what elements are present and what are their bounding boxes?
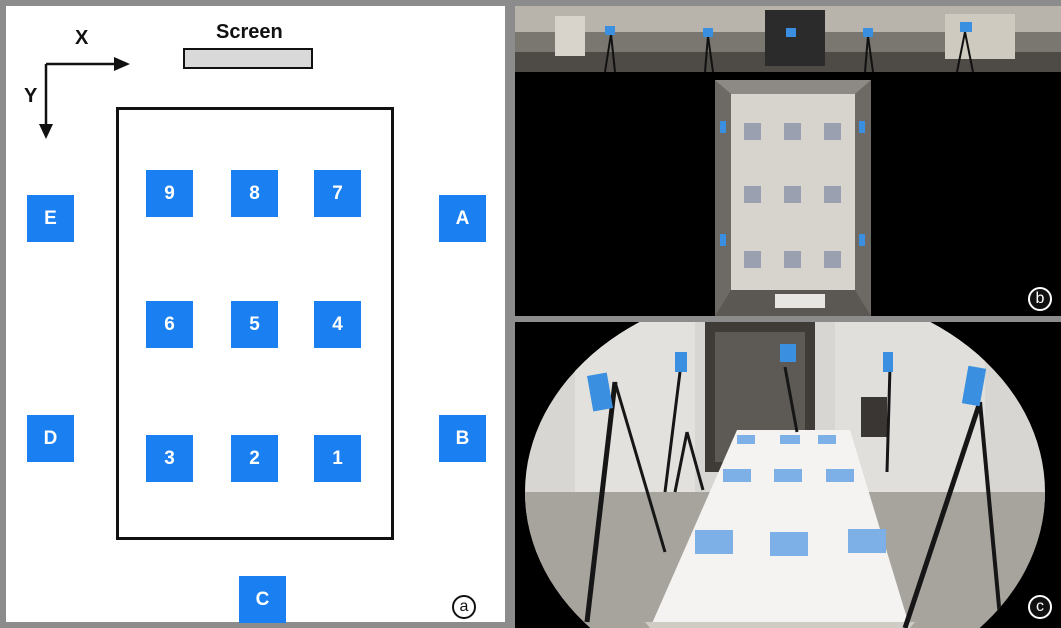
- panel-c-label: c: [1028, 595, 1052, 619]
- panorama-marker-c: [786, 28, 796, 37]
- marker-a: A: [439, 195, 486, 242]
- panorama-marker-d: [863, 28, 873, 37]
- panorama-marker-b: [703, 28, 713, 37]
- marker-6: 6: [146, 301, 193, 348]
- marker-e: E: [27, 195, 74, 242]
- marker-c: C: [239, 576, 286, 623]
- marker-8: 8: [231, 170, 278, 217]
- marker-2: 2: [231, 435, 278, 482]
- marker-d: D: [27, 415, 74, 462]
- panorama-marker-e: [960, 22, 972, 32]
- screen-shape: [183, 48, 313, 69]
- fisheye-photo: [525, 322, 1045, 628]
- marker-9: 9: [146, 170, 193, 217]
- marker-1: 1: [314, 435, 361, 482]
- top-view-panel: b: [515, 6, 1061, 316]
- marker-b: B: [439, 415, 486, 462]
- marker-7: 7: [314, 170, 361, 217]
- panorama-marker-a: [605, 26, 615, 35]
- screen-label: Screen: [216, 21, 283, 43]
- panel-b-label: b: [1028, 287, 1052, 311]
- marker-3: 3: [146, 435, 193, 482]
- fisheye-view-panel: c: [515, 322, 1061, 628]
- marker-4: 4: [314, 301, 361, 348]
- top-view-photo: [515, 6, 1061, 316]
- panel-a-label: a: [452, 595, 476, 619]
- schematic-panel: X Y Screen 9 8 7 6 5 4 3 2 1 E A D B C a: [6, 6, 505, 623]
- marker-5: 5: [231, 301, 278, 348]
- y-axis-label: Y: [24, 85, 38, 107]
- x-axis-label: X: [75, 27, 89, 49]
